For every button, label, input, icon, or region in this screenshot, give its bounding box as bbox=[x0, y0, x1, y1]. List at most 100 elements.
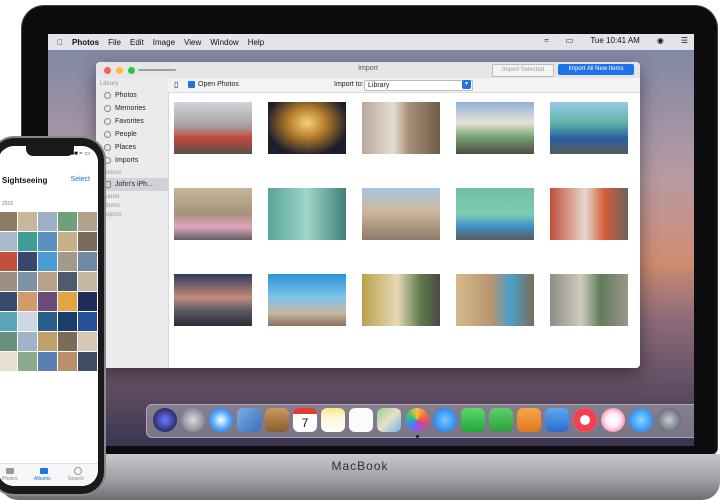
sidebar-item-photos[interactable]: Photos bbox=[96, 89, 168, 102]
menu-edit[interactable]: Edit bbox=[130, 38, 144, 47]
news-icon[interactable] bbox=[573, 408, 597, 432]
photo-tile[interactable] bbox=[78, 292, 97, 311]
siri-app-icon[interactable] bbox=[153, 408, 177, 432]
photo-tile[interactable] bbox=[58, 232, 77, 251]
launchpad-icon[interactable] bbox=[181, 408, 205, 432]
wifi-icon[interactable]: ≈ bbox=[544, 36, 548, 45]
menu-help[interactable]: Help bbox=[248, 38, 264, 47]
photo-thumbnail[interactable] bbox=[362, 102, 440, 154]
photo-tile[interactable] bbox=[18, 232, 37, 251]
photo-thumbnail[interactable] bbox=[362, 274, 440, 326]
photo-tile[interactable] bbox=[18, 212, 37, 231]
sidebar-item-memories[interactable]: Memories bbox=[96, 102, 168, 115]
pages-icon[interactable] bbox=[517, 408, 541, 432]
menu-app-name[interactable]: Photos bbox=[72, 38, 99, 47]
photo-tile[interactable] bbox=[0, 332, 17, 351]
siri-icon[interactable]: ◉ bbox=[657, 36, 664, 45]
contacts-icon[interactable] bbox=[265, 408, 289, 432]
app-store-icon[interactable] bbox=[629, 408, 653, 432]
menu-image[interactable]: Image bbox=[153, 38, 175, 47]
open-photos-checkbox[interactable] bbox=[188, 81, 195, 88]
photo-thumbnail[interactable] bbox=[550, 102, 628, 154]
calendar-icon[interactable]: 7 bbox=[293, 408, 317, 432]
photo-thumbnail[interactable] bbox=[456, 274, 534, 326]
tab-photos[interactable]: Photos bbox=[2, 476, 18, 482]
photo-tile[interactable] bbox=[78, 252, 97, 271]
safari-icon[interactable] bbox=[209, 408, 233, 432]
photo-thumbnail[interactable] bbox=[174, 188, 252, 240]
import-all-button[interactable]: Import All New Items bbox=[558, 64, 634, 75]
photo-tile[interactable] bbox=[78, 212, 97, 231]
import-selected-button[interactable]: Import Selected bbox=[492, 64, 554, 77]
tab-search[interactable]: Search bbox=[68, 476, 84, 482]
chevron-down-icon[interactable]: ▾ bbox=[462, 80, 471, 89]
photo-tile[interactable] bbox=[38, 212, 57, 231]
photo-tile[interactable] bbox=[18, 332, 37, 351]
photo-tile[interactable] bbox=[58, 312, 77, 331]
photo-tile[interactable] bbox=[0, 232, 17, 251]
photo-tile[interactable] bbox=[38, 292, 57, 311]
photo-tile[interactable] bbox=[58, 352, 77, 371]
notification-center-icon[interactable]: ☰ bbox=[681, 36, 688, 45]
photo-tile[interactable] bbox=[38, 252, 57, 271]
photo-booth-icon[interactable] bbox=[237, 408, 261, 432]
photo-tile[interactable] bbox=[0, 292, 17, 311]
photo-thumbnail[interactable] bbox=[456, 102, 534, 154]
sidebar-item-places[interactable]: Places bbox=[96, 141, 168, 154]
photo-thumbnail[interactable] bbox=[174, 274, 252, 326]
menu-window[interactable]: Window bbox=[210, 38, 238, 47]
photo-tile[interactable] bbox=[58, 252, 77, 271]
photo-tile[interactable] bbox=[78, 232, 97, 251]
photo-tile[interactable] bbox=[78, 352, 97, 371]
photo-tile[interactable] bbox=[38, 272, 57, 291]
photo-tile[interactable] bbox=[0, 272, 17, 291]
menu-file[interactable]: File bbox=[108, 38, 121, 47]
photo-tile[interactable] bbox=[58, 292, 77, 311]
photo-thumbnail[interactable] bbox=[550, 188, 628, 240]
sidebar-item-imports[interactable]: Imports bbox=[96, 154, 168, 167]
photo-thumbnail[interactable] bbox=[456, 188, 534, 240]
photo-tile[interactable] bbox=[0, 252, 17, 271]
photo-tile[interactable] bbox=[58, 212, 77, 231]
sidebar-item-favorites[interactable]: Favorites bbox=[96, 115, 168, 128]
photo-tile[interactable] bbox=[18, 292, 37, 311]
photo-tile[interactable] bbox=[78, 272, 97, 291]
photo-tile[interactable] bbox=[0, 212, 17, 231]
photo-tile[interactable] bbox=[18, 352, 37, 371]
photo-thumbnail[interactable] bbox=[268, 102, 346, 154]
messages-icon[interactable] bbox=[433, 408, 457, 432]
photo-tile[interactable] bbox=[0, 312, 17, 331]
photo-tile[interactable] bbox=[18, 312, 37, 331]
photos-app-icon[interactable] bbox=[405, 408, 429, 432]
photo-tile[interactable] bbox=[38, 332, 57, 351]
menu-view[interactable]: View bbox=[184, 38, 201, 47]
facetime-icon[interactable] bbox=[461, 408, 485, 432]
photo-tile[interactable] bbox=[78, 312, 97, 331]
photo-thumbnail[interactable] bbox=[174, 102, 252, 154]
photo-tile[interactable] bbox=[0, 352, 17, 371]
sidebar-item-device[interactable]: John's iPh... bbox=[96, 178, 168, 191]
photo-thumbnail[interactable] bbox=[268, 274, 346, 326]
sidebar-item-people[interactable]: People bbox=[96, 128, 168, 141]
photo-tile[interactable] bbox=[38, 312, 57, 331]
import-destination-select[interactable]: Library bbox=[364, 80, 473, 91]
notes-icon[interactable] bbox=[321, 408, 345, 432]
system-preferences-icon[interactable] bbox=[657, 408, 681, 432]
keynote-icon[interactable] bbox=[545, 408, 569, 432]
tab-albums[interactable]: Albums bbox=[34, 476, 51, 482]
photo-thumbnail[interactable] bbox=[268, 188, 346, 240]
photo-tile[interactable] bbox=[58, 332, 77, 351]
apple-menu-icon[interactable]:  bbox=[57, 38, 63, 47]
music-icon[interactable] bbox=[601, 408, 625, 432]
photo-tile[interactable] bbox=[78, 332, 97, 351]
photo-thumbnail[interactable] bbox=[550, 274, 628, 326]
menu-clock[interactable]: Tue 10:41 AM bbox=[590, 36, 640, 45]
maps-icon[interactable] bbox=[377, 408, 401, 432]
photo-tile[interactable] bbox=[38, 232, 57, 251]
numbers-icon[interactable] bbox=[489, 408, 513, 432]
battery-icon[interactable]: ▭ bbox=[566, 36, 574, 45]
photo-tile[interactable] bbox=[38, 352, 57, 371]
reminders-icon[interactable] bbox=[349, 408, 373, 432]
select-button[interactable]: Select bbox=[71, 176, 90, 183]
photo-tile[interactable] bbox=[18, 272, 37, 291]
